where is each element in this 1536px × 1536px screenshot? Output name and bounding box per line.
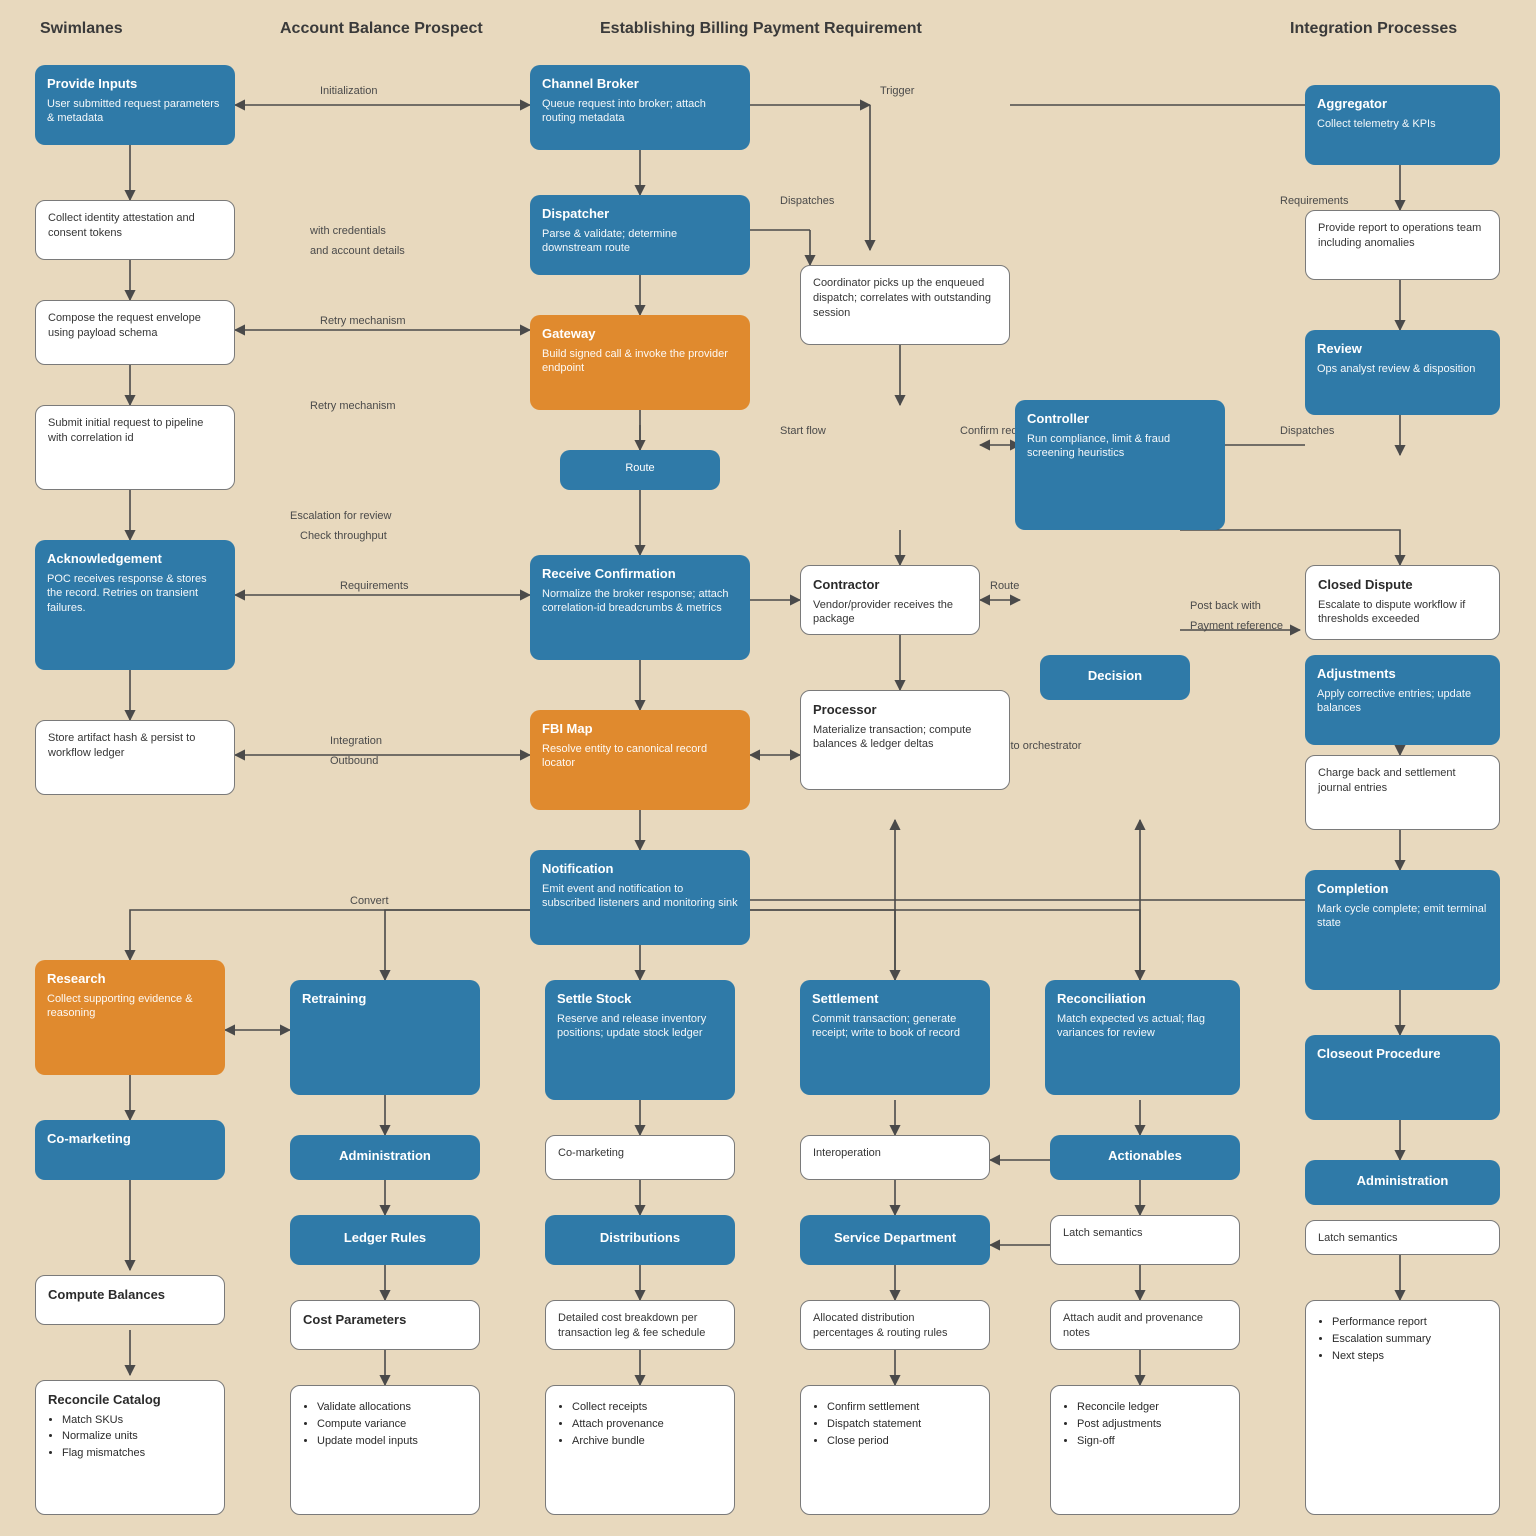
- lane-heading-3: Establishing Billing Payment Requirement: [600, 20, 922, 38]
- node-reconciliation: ReconciliationMatch expected vs actual; …: [1045, 980, 1240, 1095]
- node-admin-d: Administration: [1305, 1160, 1500, 1205]
- edge-label: Post back with: [1190, 600, 1261, 612]
- edge-label: Trigger: [880, 85, 914, 97]
- node-latch: Latch semantics: [1305, 1220, 1500, 1255]
- node-chargeback: Charge back and settlement journal entri…: [1305, 755, 1500, 830]
- node-cost-params: Cost Parameters: [290, 1300, 480, 1350]
- list-performance: Performance reportEscalation summaryNext…: [1305, 1300, 1500, 1515]
- node-distributions: Distributions: [545, 1215, 735, 1265]
- node-service-dept: Service Department: [800, 1215, 990, 1265]
- edge-label: Route: [990, 580, 1019, 592]
- edge-label: Start flow: [780, 425, 826, 437]
- node-review: ReviewOps analyst review & disposition: [1305, 330, 1500, 415]
- lane-heading-1: Swimlanes: [40, 20, 123, 38]
- node-audit-notes: Attach audit and provenance notes: [1050, 1300, 1240, 1350]
- edge-label: Dispatches: [780, 195, 834, 207]
- node-notification: NotificationEmit event and notification …: [530, 850, 750, 945]
- list-receipts: Collect receiptsAttach provenanceArchive…: [545, 1385, 735, 1515]
- edge-label: Integration: [330, 735, 382, 747]
- node-compose-envelope: Compose the request envelope using paylo…: [35, 300, 235, 365]
- lane-heading-4: Integration Processes: [1290, 20, 1457, 38]
- node-latch-sem: Latch semantics: [1050, 1215, 1240, 1265]
- node-settlement: SettlementCommit transaction; generate r…: [800, 980, 990, 1095]
- edge-label: Escalation for review: [290, 510, 392, 522]
- node-closed-dispute: Closed DisputeEscalate to dispute workfl…: [1305, 565, 1500, 640]
- node-controller: ControllerRun compliance, limit & fraud …: [1015, 400, 1225, 530]
- node-submit-initial: Submit initial request to pipeline with …: [35, 405, 235, 490]
- node-actionables: Actionables: [1050, 1135, 1240, 1180]
- edge-label: Dispatches: [1280, 425, 1334, 437]
- edge-label: Initialization: [320, 85, 377, 97]
- node-adjustments: AdjustmentsApply corrective entries; upd…: [1305, 655, 1500, 745]
- node-collect-identity: Collect identity attestation and consent…: [35, 200, 235, 260]
- node-completion: CompletionMark cycle complete; emit term…: [1305, 870, 1500, 990]
- edge-label: and account details: [310, 245, 405, 257]
- node-settle-stock: Settle StockReserve and release inventor…: [545, 980, 735, 1100]
- node-ops-report: Provide report to operations team includ…: [1305, 210, 1500, 280]
- edge-label: Convert: [350, 895, 389, 907]
- node-research: ResearchCollect supporting evidence & re…: [35, 960, 225, 1075]
- node-channel-broker: Channel BrokerQueue request into broker;…: [530, 65, 750, 150]
- node-processor: ProcessorMaterialize transaction; comput…: [800, 690, 1010, 790]
- node-co-marketing: Co-marketing: [35, 1120, 225, 1180]
- node-aggregator: AggregatorCollect telemetry & KPIs: [1305, 85, 1500, 165]
- node-closeout: Closeout Procedure: [1305, 1035, 1500, 1120]
- node-provide-inputs: Provide InputsUser submitted request par…: [35, 65, 235, 145]
- node-dispatcher: DispatcherParse & validate; determine do…: [530, 195, 750, 275]
- edge-label: Retry mechanism: [320, 315, 406, 327]
- node-interop: Interoperation: [800, 1135, 990, 1180]
- list-allocations: Validate allocationsCompute varianceUpda…: [290, 1385, 480, 1515]
- edge-label: Requirements: [1280, 195, 1348, 207]
- node-cost-accrg: Co-marketing: [545, 1135, 735, 1180]
- edge-label: Requirements: [340, 580, 408, 592]
- edge-label: Payment reference: [1190, 620, 1283, 632]
- node-decision: Decision: [1040, 655, 1190, 700]
- node-comarketing: Retraining: [290, 980, 480, 1095]
- node-ledger-rules: Ledger Rules: [290, 1215, 480, 1265]
- edge-label: Outbound: [330, 755, 378, 767]
- list-reconcile: Reconcile Catalog Match SKUsNormalize un…: [35, 1380, 225, 1515]
- node-distributions-2: Allocated distribution percentages & rou…: [800, 1300, 990, 1350]
- edge-label: Check throughput: [300, 530, 387, 542]
- node-compute-balances: Compute Balances: [35, 1275, 225, 1325]
- node-router: Route: [560, 450, 720, 490]
- node-coordinator: Coordinator picks up the enqueued dispat…: [800, 265, 1010, 345]
- node-receive-confirm: Receive ConfirmationNormalize the broker…: [530, 555, 750, 660]
- node-contractor: ContractorVendor/provider receives the p…: [800, 565, 980, 635]
- node-acknowledgement: AcknowledgementPOC receives response & s…: [35, 540, 235, 670]
- node-fbi-map: FBI MapResolve entity to canonical recor…: [530, 710, 750, 810]
- node-gateway: GatewayBuild signed call & invoke the pr…: [530, 315, 750, 410]
- node-admin: Administration: [290, 1135, 480, 1180]
- list-ledger: Reconcile ledgerPost adjustmentsSign-off: [1050, 1385, 1240, 1515]
- lane-heading-2: Account Balance Prospect: [280, 20, 483, 38]
- node-cost-breakdown: Detailed cost breakdown per transaction …: [545, 1300, 735, 1350]
- node-store-artifact: Store artifact hash & persist to workflo…: [35, 720, 235, 795]
- edge-label: with credentials: [310, 225, 386, 237]
- edge-label: Retry mechanism: [310, 400, 396, 412]
- list-settlement: Confirm settlementDispatch statementClos…: [800, 1385, 990, 1515]
